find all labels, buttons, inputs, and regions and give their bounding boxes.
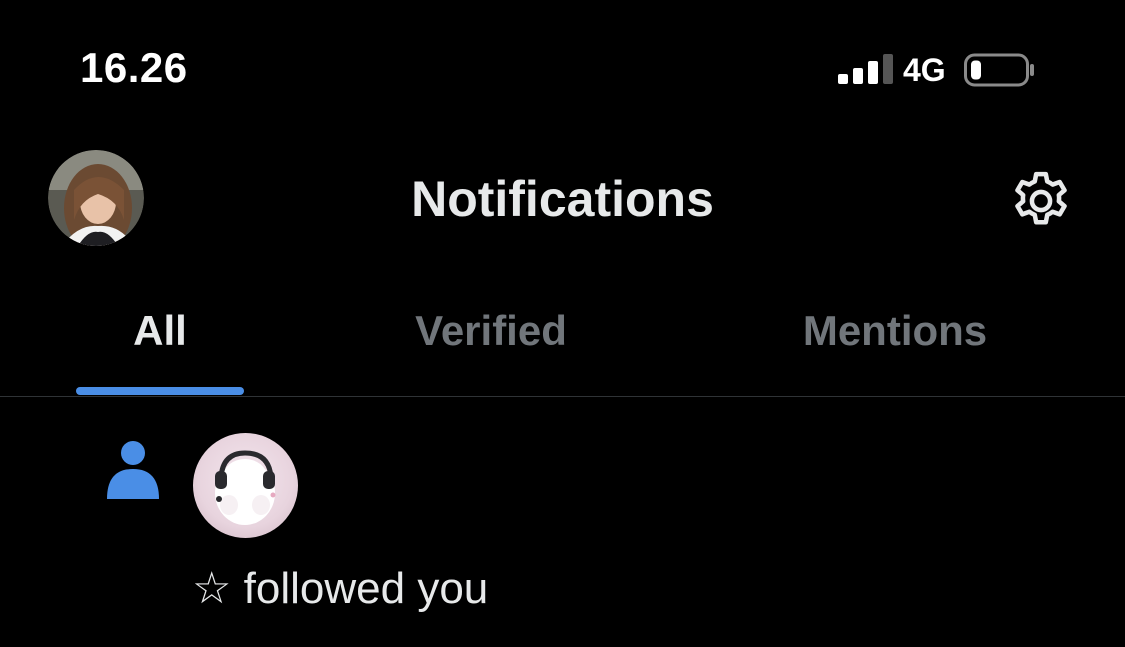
tab-verified[interactable]: Verified [380,296,602,396]
battery-icon [964,53,1034,87]
notification-tabs: All Verified Mentions [0,296,1125,396]
network-label: 4G [903,52,946,88]
notifications-screen: 16.26 4G Notifications All Verified Ment… [0,0,1125,647]
tab-mentions-label: Mentions [802,307,988,354]
follower-avatar[interactable] [193,433,298,538]
status-time: 16.26 [80,44,188,91]
tab-all-label: All [133,307,187,354]
follower-avatar-image [215,450,276,525]
page-title: Notifications [411,171,714,227]
notification-item[interactable]: ☆ followed you [0,397,1125,647]
signal-icon [838,54,893,84]
tab-verified-label: Verified [415,307,567,354]
person-icon [107,441,159,499]
gear-icon[interactable] [1007,167,1075,235]
tab-mentions[interactable]: Mentions [770,296,1020,396]
tab-all[interactable]: All [76,296,244,396]
notification-text: ☆ followed you [192,564,489,613]
active-tab-indicator [76,387,244,395]
